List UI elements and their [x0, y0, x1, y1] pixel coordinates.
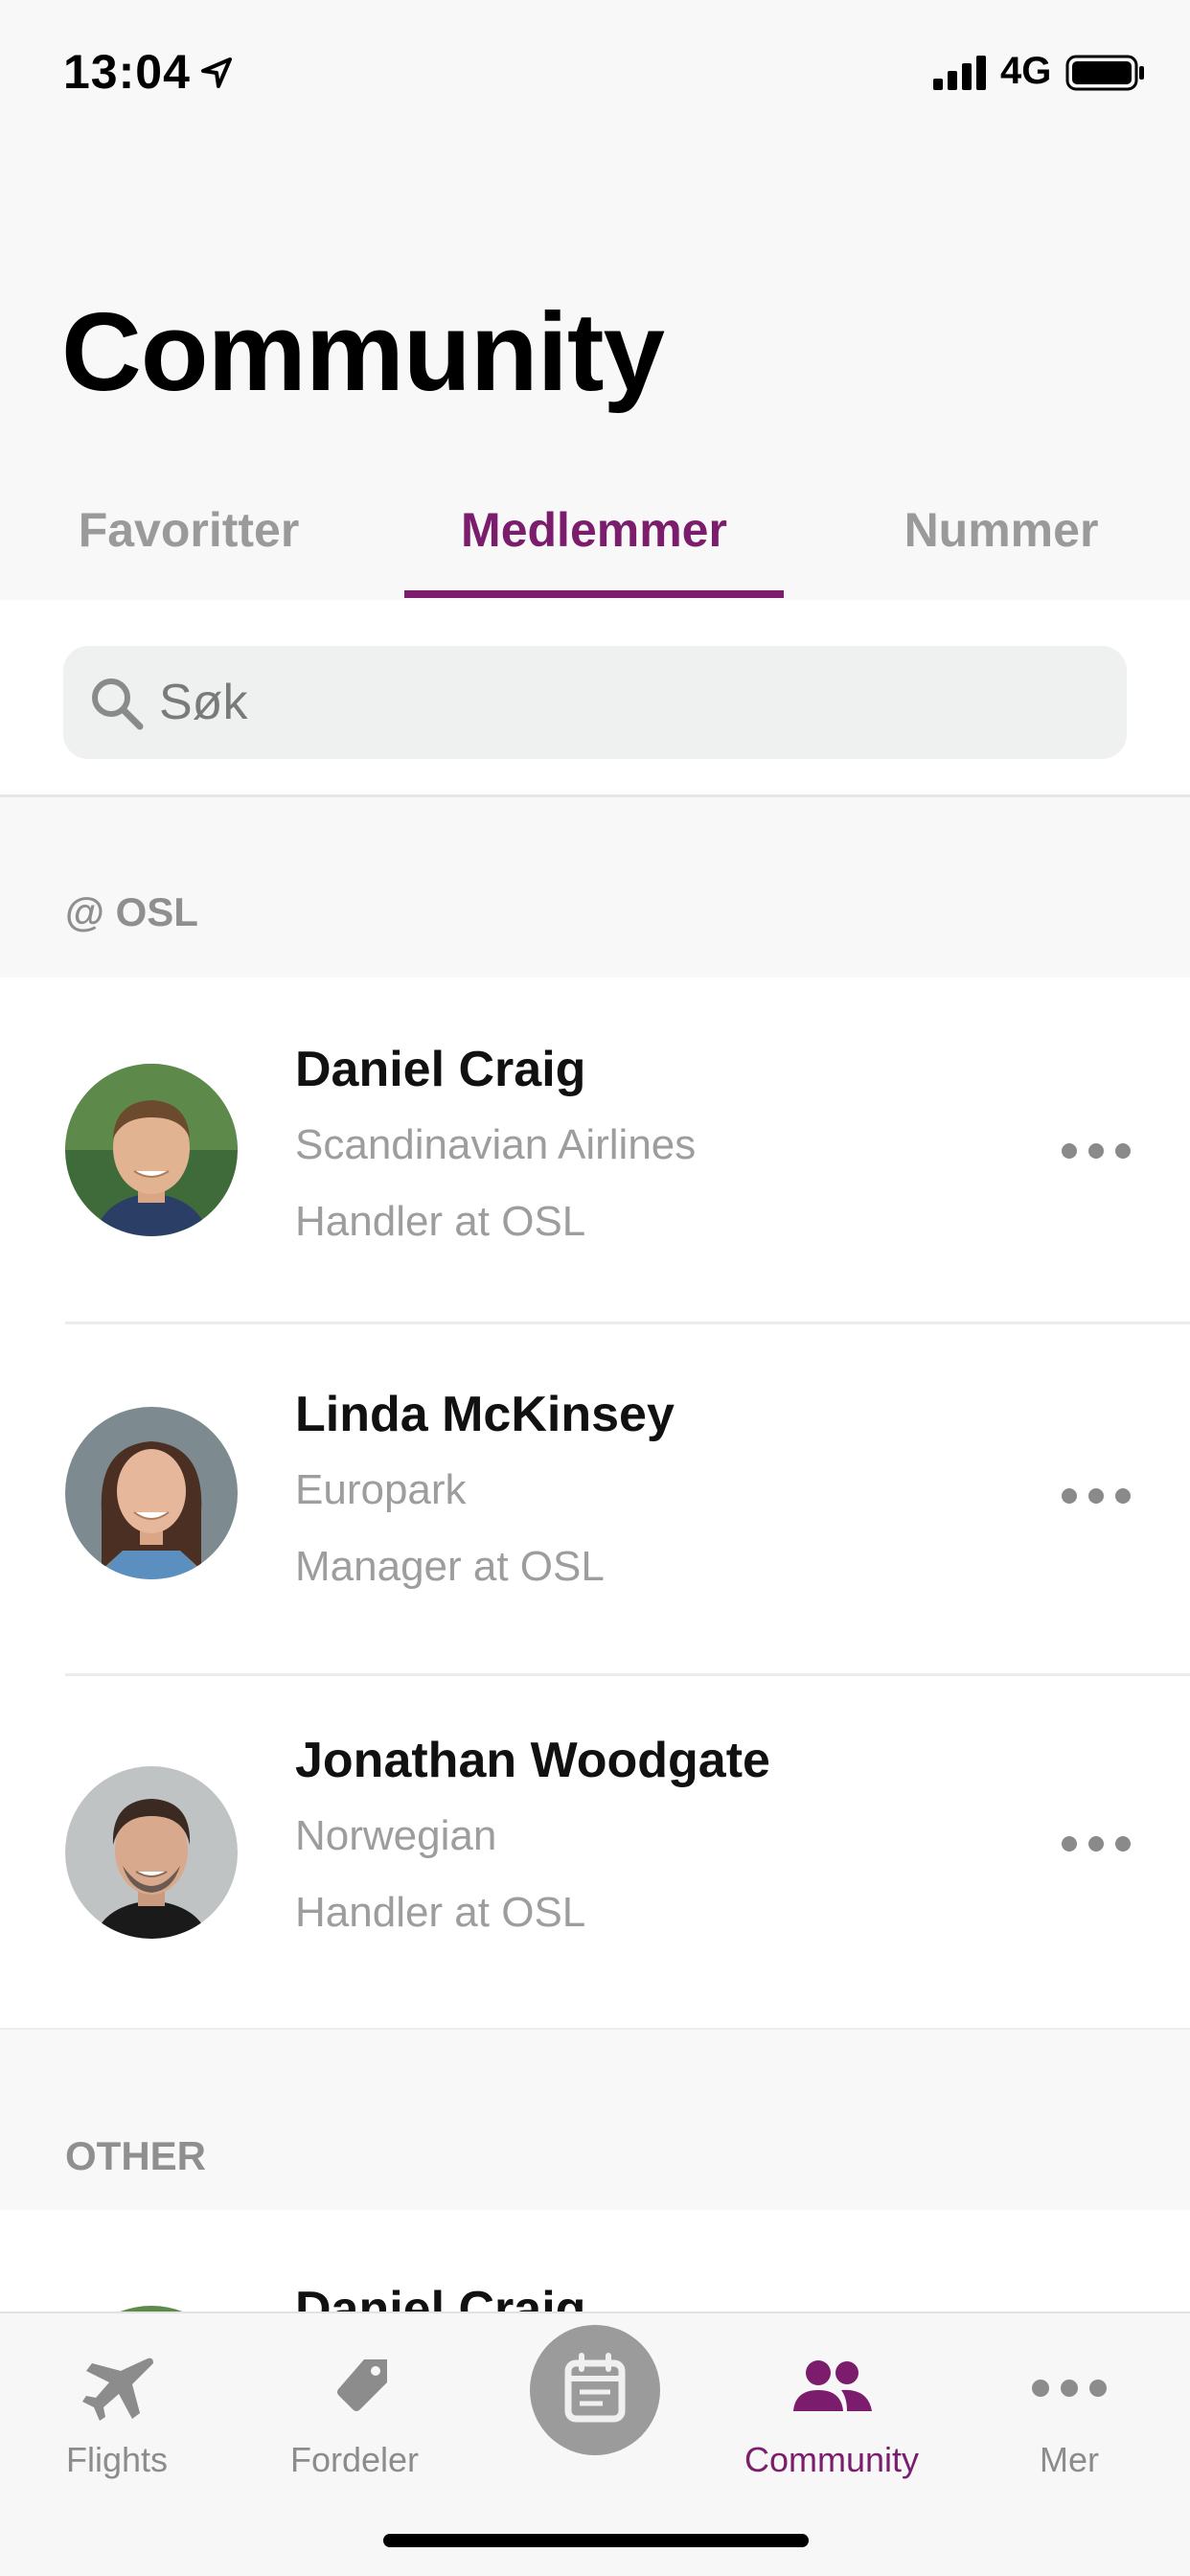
search-section [0, 600, 1190, 797]
tabbar-flights[interactable]: Flights [21, 2333, 213, 2496]
status-time: 13:04 [63, 45, 191, 99]
search-input[interactable] [159, 669, 1098, 736]
tab-favoritter[interactable]: Favoritter [38, 502, 339, 558]
status-bar: 13:04 4G [0, 0, 1190, 144]
tag-icon [337, 2359, 387, 2411]
member-company: Europark [295, 1466, 467, 1513]
member-name: Daniel Craig [295, 1042, 586, 1097]
active-tab-indicator [404, 590, 784, 598]
tabbar-label: Fordeler [289, 2440, 420, 2479]
member-row[interactable]: Linda McKinsey Europark Manager at OSL [0, 1324, 1190, 1673]
tabbar-label: Mer [1040, 2440, 1099, 2479]
member-list-other: Daniel Craig [0, 2210, 1190, 2312]
battery-icon [1065, 55, 1144, 91]
member-row[interactable]: Daniel Craig [0, 2210, 1190, 2312]
member-name: Linda McKinsey [295, 1387, 675, 1442]
member-row[interactable]: Jonathan Woodgate Norwegian Handler at O… [0, 1676, 1190, 2028]
member-company: Scandinavian Airlines [295, 1121, 697, 1168]
page-title: Community [61, 289, 665, 414]
tabbar-label: Flights [65, 2440, 169, 2479]
section-label: @ OSL [65, 889, 198, 934]
member-role: Handler at OSL [295, 1198, 586, 1245]
ellipsis-icon [1032, 2380, 1107, 2397]
avatar [65, 1064, 238, 1236]
people-icon [793, 2360, 872, 2411]
member-row[interactable]: Daniel Craig Scandinavian Airlines Handl… [0, 978, 1190, 1322]
section-header-osl: @ OSL [0, 797, 1190, 978]
bottom-tab-bar: Flights Fordeler Community Mer [0, 2312, 1190, 2576]
segment-tabs: Favoritter Medlemmer Nummer [0, 479, 1190, 600]
calendar-button[interactable] [530, 2325, 660, 2455]
avatar [65, 1766, 238, 1939]
home-indicator [383, 2534, 809, 2547]
member-company: Norwegian [295, 1812, 497, 1859]
tab-nummer[interactable]: Nummer [862, 502, 1140, 558]
tabbar-community[interactable]: Community [736, 2333, 927, 2496]
search-icon [92, 678, 144, 730]
location-arrow-icon [201, 58, 232, 88]
network-type: 4G [1000, 50, 1052, 92]
more-options-icon[interactable] [1060, 1137, 1133, 1165]
more-options-icon[interactable] [1060, 1482, 1133, 1510]
tabbar-label: Community [744, 2440, 920, 2479]
avatar [65, 1407, 238, 1579]
more-options-icon[interactable] [1060, 1829, 1133, 1858]
member-role: Manager at OSL [295, 1543, 605, 1590]
airplane-icon [82, 2358, 153, 2421]
calendar-icon [564, 2353, 626, 2423]
member-list-osl: Daniel Craig Scandinavian Airlines Handl… [0, 978, 1190, 2028]
tab-medlemmer[interactable]: Medlemmer [404, 502, 784, 558]
tabbar-fordeler[interactable]: Fordeler [259, 2333, 450, 2496]
tabbar-mer[interactable]: Mer [973, 2333, 1165, 2496]
member-name: Daniel Craig [295, 2282, 586, 2312]
search-bar[interactable] [63, 646, 1127, 759]
member-name: Jonathan Woodgate [295, 1733, 770, 1788]
signal-icon [933, 56, 986, 90]
member-role: Handler at OSL [295, 1889, 586, 1936]
section-label: OTHER [65, 2133, 206, 2178]
section-header-other: OTHER [0, 2028, 1190, 2210]
